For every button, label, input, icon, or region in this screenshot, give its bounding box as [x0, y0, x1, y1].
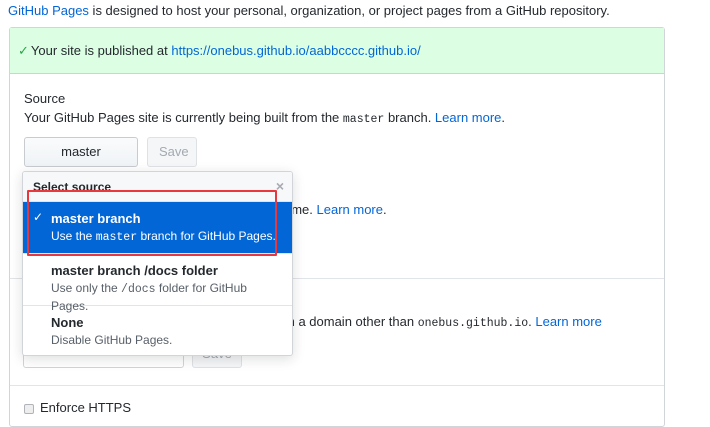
- save-button[interactable]: Save: [147, 137, 197, 167]
- theme-learn-more-link[interactable]: Learn more: [317, 202, 383, 217]
- source-option-docs-folder[interactable]: master branch /docs folder Use only the …: [23, 254, 292, 313]
- source-description: Your GitHub Pages site is currently bein…: [24, 110, 506, 126]
- source-option-none[interactable]: None Disable GitHub Pages.: [23, 306, 292, 355]
- custom-domain-text: m a domain other than onebus.github.io. …: [284, 313, 602, 333]
- select-source-dropdown: Select source × ✓ master branch Use the …: [22, 171, 293, 356]
- published-prefix: Your site is published at: [30, 43, 172, 58]
- option-title: master branch: [51, 211, 141, 226]
- source-desc-code: master: [342, 113, 385, 126]
- source-title: Source: [24, 91, 66, 106]
- published-flash: ✓ Your site is published at https://onebu…: [10, 28, 664, 74]
- option-description: Disable GitHub Pages.: [51, 333, 173, 347]
- source-learn-more-link[interactable]: Learn more: [435, 110, 501, 125]
- intro-text: GitHub Pages is designed to host your pe…: [8, 2, 610, 20]
- theme-text: eme. Learn more.: [284, 202, 387, 217]
- check-icon: ✓: [33, 210, 44, 224]
- intro-description: is designed to host your personal, organ…: [88, 3, 610, 18]
- check-icon: ✓: [18, 43, 29, 58]
- enforce-https-row: Enforce HTTPS: [24, 400, 131, 415]
- enforce-https-label: Enforce HTTPS: [40, 400, 132, 415]
- domain-code: onebus.github.io: [417, 317, 529, 330]
- option-title: master branch /docs folder: [51, 263, 218, 278]
- dropdown-header-title: Select source: [33, 180, 112, 194]
- option-title: None: [51, 315, 84, 330]
- github-pages-link[interactable]: GitHub Pages: [8, 3, 89, 18]
- domain-text-fragment: m a domain other than: [284, 314, 418, 329]
- source-desc-before: Your GitHub Pages site is currently bein…: [24, 110, 343, 125]
- option-description: Use the master branch for GitHub Pages.: [51, 229, 276, 244]
- dropdown-header: Select source ×: [23, 172, 292, 202]
- close-icon[interactable]: ×: [276, 178, 284, 194]
- domain-learn-more-link[interactable]: Learn more: [535, 314, 601, 329]
- section-divider: [10, 385, 664, 386]
- source-select-button[interactable]: master branch▼: [24, 137, 138, 187]
- source-desc-after: branch.: [384, 110, 435, 125]
- source-option-master-branch[interactable]: ✓ master branch Use the master branch fo…: [23, 202, 292, 254]
- published-url-link[interactable]: https://onebus.github.io/aabbcccc.github…: [171, 43, 420, 58]
